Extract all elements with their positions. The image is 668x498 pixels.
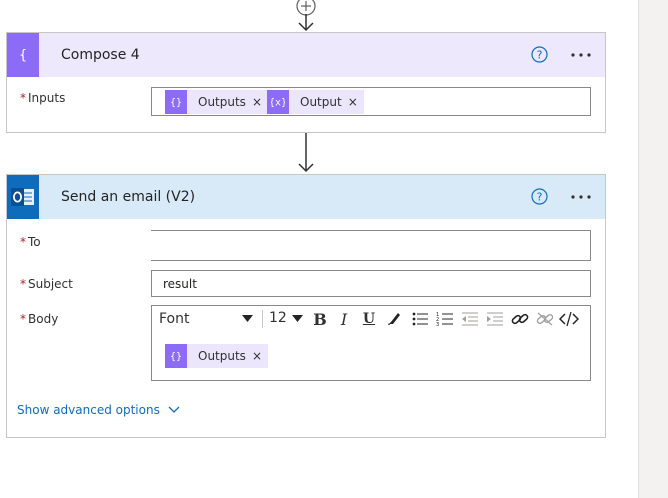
more-options-icon[interactable]	[569, 45, 593, 65]
font-select[interactable]: Font	[159, 311, 189, 327]
designer-side-strip	[638, 0, 668, 498]
send-email-card-title: Send an email (V2)	[61, 189, 196, 205]
inputs-label: * Inputs	[20, 91, 66, 105]
body-label: * Body	[20, 312, 59, 326]
flow-arrow-icon	[298, 133, 314, 173]
outputs-token[interactable]: {} Outputs ×	[165, 90, 268, 114]
text-color-icon[interactable]	[383, 309, 405, 329]
send-email-action-card[interactable]: Send an email (V2) ? * To * Subject result…	[6, 174, 606, 438]
output-token[interactable]: {x} Output ×	[267, 90, 364, 114]
svg-text:{x}: {x}	[271, 98, 285, 109]
to-field[interactable]	[151, 230, 591, 261]
remove-token-icon[interactable]: ×	[348, 95, 358, 109]
compose-card-title: Compose 4	[61, 47, 140, 63]
font-size-select[interactable]: 12	[269, 310, 287, 326]
more-options-icon[interactable]	[569, 187, 593, 207]
send-email-card-header[interactable]: Send an email (V2) ?	[7, 175, 605, 219]
help-icon[interactable]: ?	[531, 46, 548, 63]
compose-card-header[interactable]: { · Compose 4 ?	[7, 33, 605, 77]
svg-text:·: ·	[22, 52, 25, 62]
bold-button[interactable]: B	[309, 309, 331, 329]
chevron-down-icon	[168, 406, 180, 413]
svg-text:{}: {}	[170, 352, 182, 363]
rich-text-toolbar: Font 12 B I U 123	[152, 306, 590, 332]
outlook-icon	[7, 175, 39, 219]
to-label: * To	[20, 235, 41, 249]
insert-link-icon[interactable]	[509, 309, 531, 329]
inputs-field[interactable]: {} Outputs × {x} Output ×	[151, 87, 591, 116]
svg-text:?: ?	[537, 49, 543, 62]
body-outputs-token[interactable]: {} Outputs ×	[165, 344, 268, 368]
subject-label: * Subject	[20, 277, 73, 291]
flow-arrow-icon	[298, 14, 314, 32]
remove-link-icon[interactable]	[534, 309, 556, 329]
decrease-indent-icon[interactable]	[459, 309, 481, 329]
to-field-top-border	[151, 230, 591, 231]
compose-expression-icon: {}	[165, 90, 187, 114]
remove-token-icon[interactable]: ×	[252, 95, 262, 109]
underline-button[interactable]: U	[358, 309, 380, 329]
font-dropdown-icon[interactable]	[242, 315, 253, 323]
remove-token-icon[interactable]: ×	[252, 349, 262, 363]
bullet-list-icon[interactable]	[409, 309, 431, 329]
numbered-list-icon[interactable]: 123	[434, 309, 456, 329]
compose-expression-icon: {}	[165, 344, 187, 368]
compose-action-card[interactable]: { · Compose 4 ? *Inputs {} Outputs × {x}	[6, 32, 606, 133]
help-icon[interactable]: ?	[531, 188, 548, 205]
code-view-icon[interactable]	[558, 309, 580, 329]
compose-action-icon: { ·	[7, 33, 39, 77]
font-size-dropdown-icon[interactable]	[292, 315, 303, 323]
variable-icon: {x}	[267, 90, 289, 114]
italic-button[interactable]: I	[333, 309, 355, 329]
show-advanced-options-link[interactable]: Show advanced options	[17, 403, 180, 417]
toolbar-divider	[262, 310, 263, 328]
subject-value: result	[163, 277, 197, 291]
svg-text:{}: {}	[170, 98, 182, 109]
increase-indent-icon[interactable]	[484, 309, 506, 329]
svg-text:?: ?	[537, 191, 543, 204]
subject-field[interactable]: result	[151, 270, 591, 297]
body-editor[interactable]: Font 12 B I U 123 {} Outputs ×	[151, 305, 591, 381]
svg-text:3: 3	[436, 322, 439, 327]
